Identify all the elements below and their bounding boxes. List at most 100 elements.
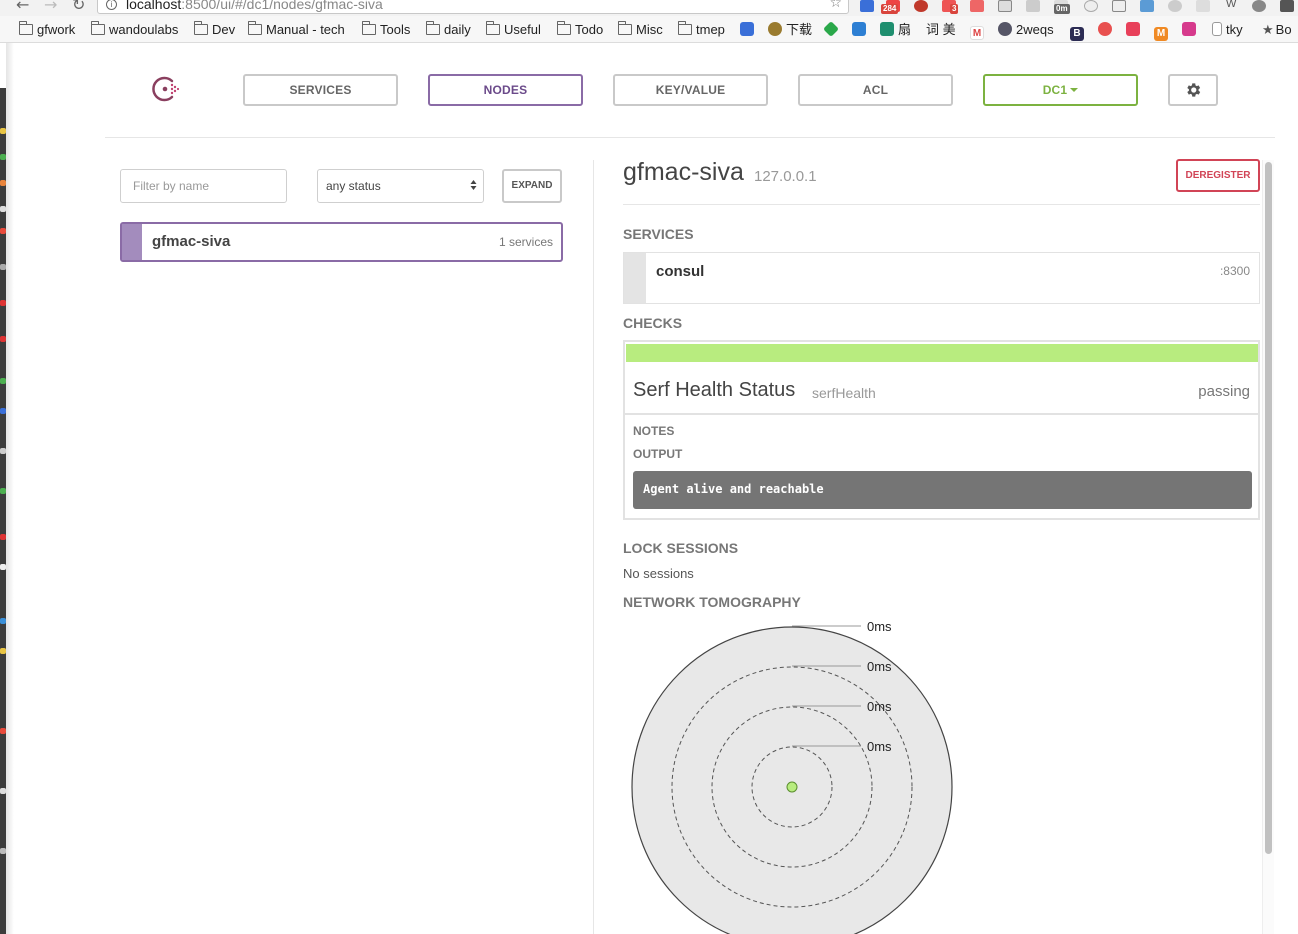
service-port: :8300 (1219, 264, 1250, 278)
bookmark-todo[interactable]: Todo (557, 21, 603, 38)
node-name: gfmac-siva (152, 233, 231, 250)
vpn-icon[interactable] (860, 0, 874, 12)
bookmark-manual-tech[interactable]: Manual - tech (248, 21, 345, 38)
status-filter-select[interactable]: any status (317, 169, 484, 203)
bookmark-label: Tools (380, 22, 411, 37)
bookmark-tmep[interactable]: tmep (678, 21, 725, 38)
forward-icon[interactable]: → (44, 0, 57, 14)
menu-icon[interactable] (1280, 0, 1294, 12)
window-shadow (6, 43, 14, 934)
timer-badge: 0m (1054, 4, 1070, 14)
tomography-label: 0ms (867, 739, 892, 754)
bookmark-red[interactable] (1098, 21, 1116, 38)
bookmark-label: Bo (1275, 22, 1292, 37)
node-status-bar (122, 224, 142, 260)
bookmark-misc[interactable]: Misc (618, 21, 663, 38)
bookmark-star-icon[interactable]: ☆ (829, 0, 842, 11)
check-status-bar (626, 344, 1258, 362)
puzzle-icon[interactable] (1168, 0, 1182, 12)
bookmark-wandoulabs[interactable]: wandoulabs (91, 21, 178, 38)
pink-icon (1182, 22, 1196, 36)
circle-icon[interactable] (1084, 0, 1098, 12)
bookmark-tky[interactable]: tky (1212, 21, 1243, 38)
bookmark-gmail[interactable]: M (970, 21, 988, 40)
back-icon[interactable]: ← (16, 0, 29, 14)
bookmark-tools[interactable]: Tools (362, 21, 410, 38)
bookmark-label: tmep (696, 22, 725, 37)
bookmark-m[interactable]: M (1154, 21, 1172, 41)
bookmark-download[interactable]: 下载 (768, 21, 812, 38)
bookmark-2weqs[interactable]: 2weqs (998, 21, 1054, 38)
bookmark-daily[interactable]: daily (426, 21, 471, 38)
datacenter-label: DC1 (1042, 83, 1068, 97)
star-icon: ★ (1262, 23, 1274, 38)
bookmark-b[interactable]: B (1070, 21, 1088, 41)
filter-by-name-input[interactable] (120, 169, 287, 203)
service-list-item[interactable]: consul :8300 (623, 252, 1260, 304)
nav-nodes-button[interactable]: NODES (428, 74, 583, 106)
translate-icon[interactable] (1140, 0, 1154, 12)
service-status-bar (624, 253, 646, 303)
folder-icon (678, 21, 692, 35)
bookmark-green[interactable] (823, 21, 842, 38)
adblock-icon[interactable] (914, 0, 928, 12)
check-output: Agent alive and reachable (633, 471, 1252, 509)
document-icon[interactable] (998, 0, 1012, 12)
bookmark-bo[interactable]: ★ Bo (1262, 21, 1292, 38)
red-circle-icon (1098, 22, 1112, 36)
nav-acl-button[interactable]: ACL (798, 74, 953, 106)
bookmark-17[interactable] (852, 21, 870, 38)
url-path: :8500/ui/#/dc1/nodes/gfmac-siva (181, 0, 383, 12)
status-filter-value: any status (326, 179, 381, 193)
services-heading: SERVICES (623, 226, 694, 242)
bookmark-useful[interactable]: Useful (486, 21, 541, 38)
folder-icon (557, 21, 571, 35)
folder-icon (618, 21, 632, 35)
lock-sessions-heading: LOCK SESSIONS (623, 540, 739, 556)
plus-icon[interactable] (970, 0, 984, 12)
chevron-down-icon (1070, 88, 1079, 92)
reload-icon[interactable]: ↻ (72, 0, 85, 14)
folder-icon (426, 21, 440, 35)
nav-keyvalue-button[interactable]: KEY/VALUE (613, 74, 768, 106)
calendar-17-icon (852, 22, 866, 36)
page-icon (1212, 22, 1222, 36)
tomography-node-point[interactable] (786, 781, 798, 793)
info-icon[interactable]: i (106, 0, 117, 10)
bookmark-label: Useful (504, 22, 541, 37)
nav-services-button[interactable]: SERVICES (243, 74, 398, 106)
browser-toolbar: ← → ↻ i localhost:8500/ui/#/dc1/nodes/gf… (0, 0, 1298, 16)
bookmark-calendar[interactable] (740, 21, 758, 38)
consul-logo-icon[interactable] (150, 74, 180, 104)
tomography-label: 0ms (867, 699, 892, 714)
node-list-item[interactable]: gfmac-siva 1 services (120, 222, 563, 262)
w-icon[interactable]: W (1226, 0, 1236, 10)
bookmark-dev[interactable]: Dev (194, 21, 235, 38)
settings-button[interactable] (1168, 74, 1218, 106)
bookmark-ci-mei[interactable]: 词 美 (926, 21, 956, 38)
expand-button[interactable]: EXPAND (502, 169, 562, 203)
grid-icon[interactable] (1112, 0, 1126, 12)
folder-icon (19, 21, 33, 35)
deregister-button[interactable]: DEREGISTER (1176, 159, 1260, 192)
apps-icon[interactable] (1196, 0, 1210, 12)
shield-icon (768, 22, 782, 36)
address-bar[interactable]: i localhost:8500/ui/#/dc1/nodes/gfmac-si… (97, 0, 849, 14)
bookmark-fan[interactable]: 扇 (880, 21, 911, 38)
check-divider (625, 413, 1258, 415)
datacenter-dropdown[interactable]: DC1 (983, 74, 1138, 106)
bookmark-label: gfwork (37, 22, 76, 37)
bookmark-pink[interactable] (1182, 21, 1200, 38)
bookmark-label: 2weqs (1016, 22, 1054, 37)
detail-divider (623, 204, 1260, 205)
cloud-icon[interactable] (1026, 0, 1040, 12)
scrollbar-thumb[interactable] (1265, 162, 1272, 854)
node-detail-title: gfmac-siva (623, 158, 744, 186)
header-divider (105, 137, 1275, 138)
search-icon[interactable] (1252, 0, 1266, 12)
pocket-icon (1126, 22, 1140, 36)
bookmark-pocket[interactable] (1126, 21, 1144, 38)
checks-heading: CHECKS (623, 315, 683, 331)
calendar-icon (740, 22, 754, 36)
bookmark-gfwork[interactable]: gfwork (19, 21, 75, 38)
